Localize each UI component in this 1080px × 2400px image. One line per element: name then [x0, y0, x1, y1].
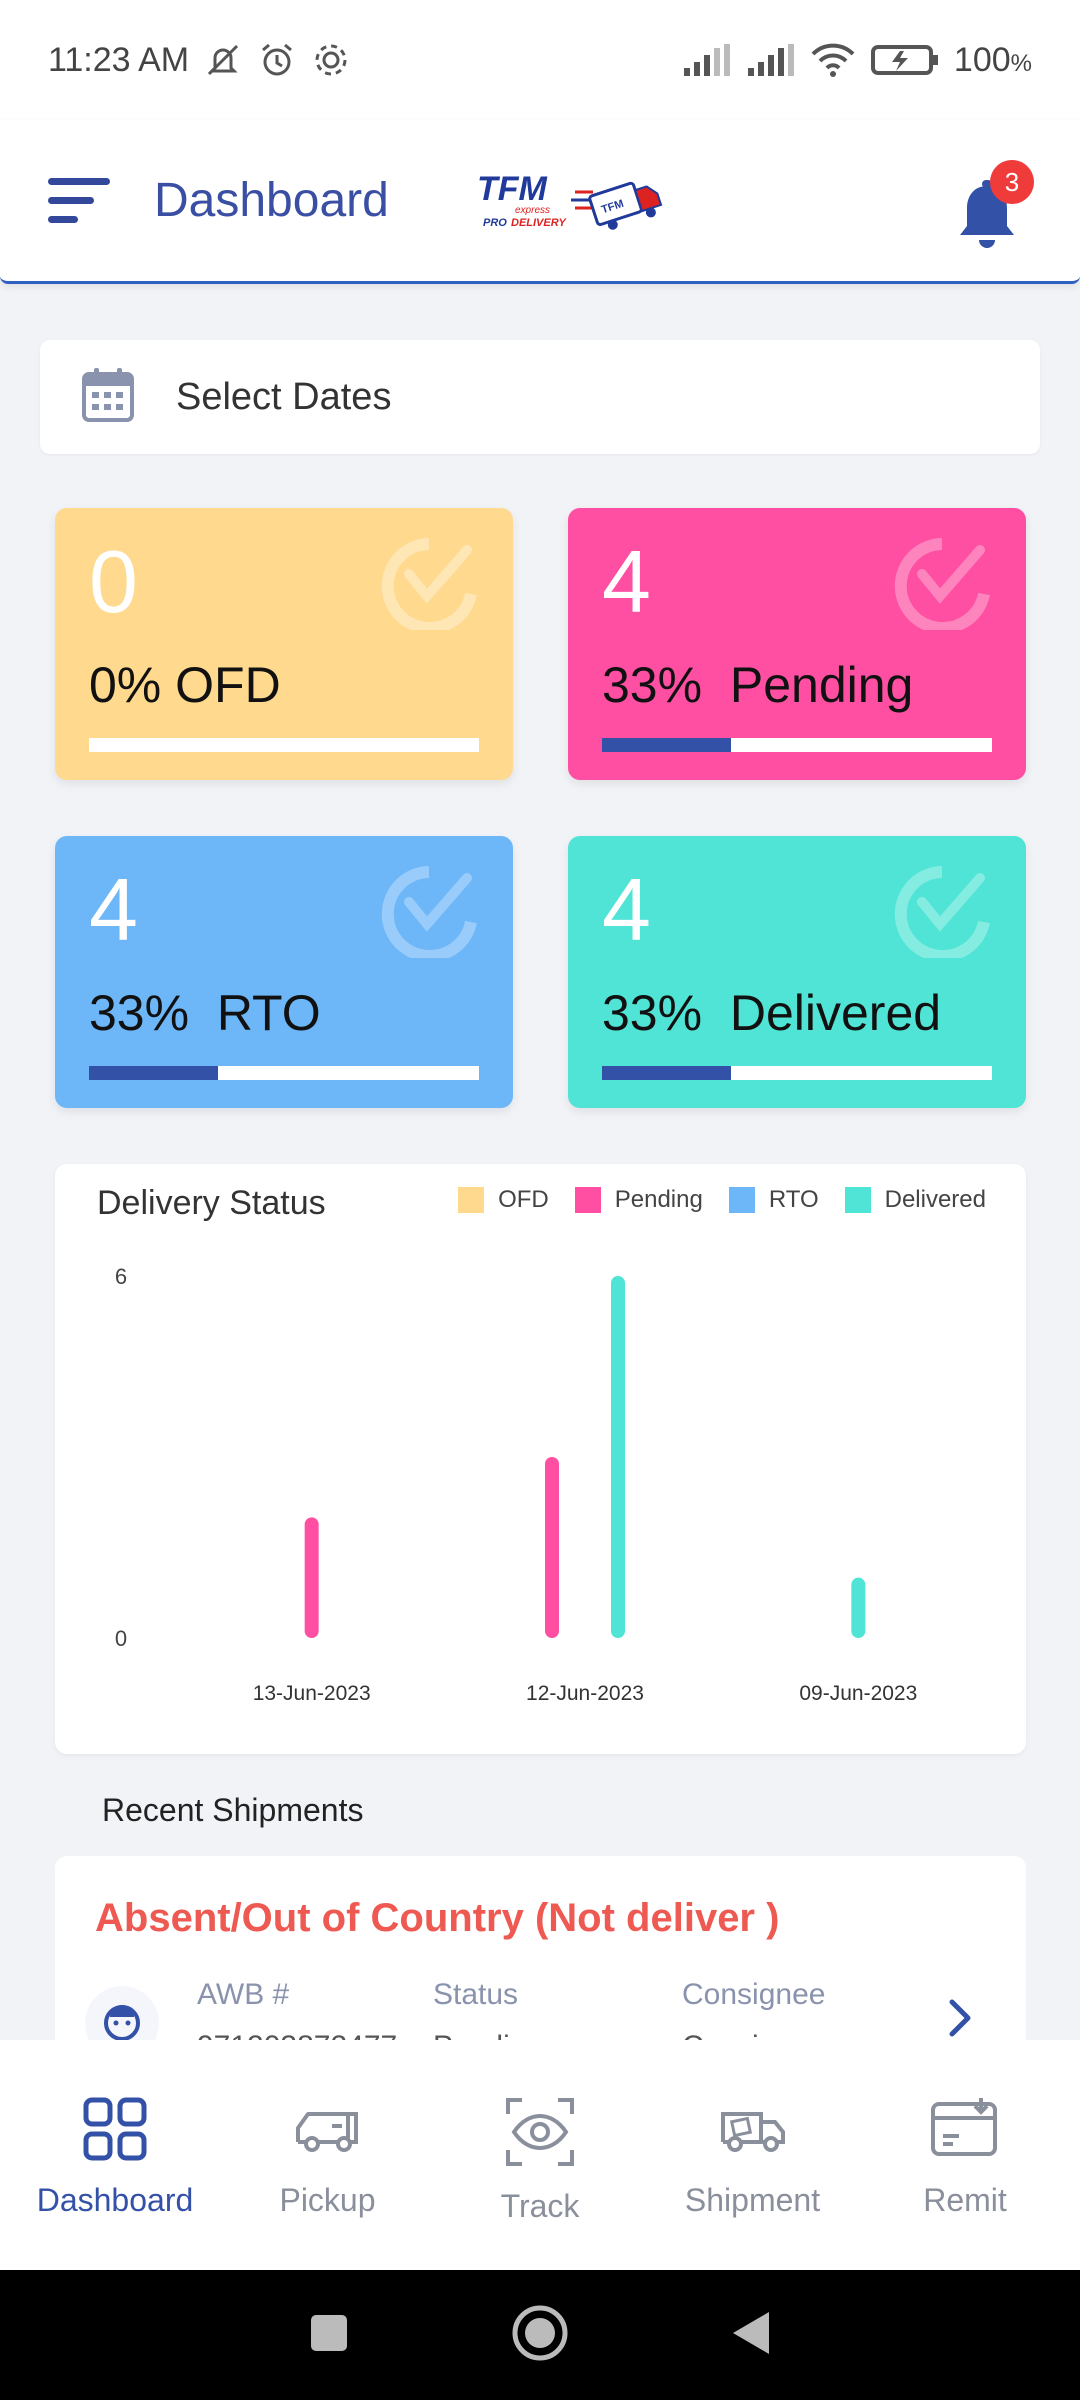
signal-icon: [682, 42, 732, 78]
track-eye-icon: [506, 2098, 574, 2166]
system-navigation-bar: [0, 2270, 1080, 2400]
nav-remit[interactable]: Remit: [860, 2040, 1070, 2270]
dashboard-grid-icon: [83, 2097, 147, 2161]
app-header: Dashboard TFM express PRO DELIVERY TFM 3: [0, 120, 1080, 284]
remit-card-icon: [931, 2098, 997, 2156]
legend-label: OFD: [498, 1186, 549, 1213]
chart-legend: OFD Pending RTO Delivered: [458, 1186, 986, 1214]
notification-bell[interactable]: 3: [952, 160, 1034, 250]
svg-text:TFM: TFM: [477, 170, 548, 208]
pickup-van-icon: [295, 2112, 358, 2152]
delivery-status-chart: 6 0 13-Jun-2023 12-Jun-2023 09-Jun-2023 Deli…: [55, 1164, 1026, 1754]
nav-label: Track: [500, 2188, 580, 2224]
stat-progress-fill: [602, 738, 731, 752]
status-right: 100%: [682, 41, 1032, 80]
chevron-right-icon[interactable]: [946, 1996, 976, 2045]
x-tick-label: 13-Jun-2023: [253, 1682, 371, 1705]
bar-pending-1[interactable]: [545, 1457, 559, 1638]
stat-label: 33% Delivered: [602, 985, 942, 1041]
settings-gear-icon: [311, 40, 351, 80]
stat-progress-track: [89, 738, 479, 752]
x-tick-label: 09-Jun-2023: [799, 1682, 917, 1705]
stat-label: 0% OFD: [89, 657, 281, 713]
check-circle-icon: [882, 862, 992, 963]
legend-label: RTO: [768, 1186, 819, 1213]
legend-label: Pending: [614, 1186, 703, 1213]
chart-title: Delivery Status: [97, 1184, 326, 1222]
chart-canvas: 6 0 13-Jun-2023 12-Jun-2023 09-Jun-2023: [115, 1264, 917, 1705]
legend-item-rto[interactable]: RTO: [728, 1186, 819, 1214]
awb-label: AWB #: [197, 1978, 290, 2011]
recents-square-icon[interactable]: [309, 2313, 349, 2358]
x-tick-label: 12-Jun-2023: [526, 1682, 644, 1705]
stat-card-delivered[interactable]: 4 33% Delivered: [568, 836, 1026, 1108]
y-tick-label: 6: [115, 1264, 127, 1289]
bar-pending-0[interactable]: [304, 1517, 319, 1638]
legend-item-delivered[interactable]: Delivered: [844, 1186, 986, 1214]
bar-delivered-2[interactable]: [851, 1577, 866, 1638]
stat-progress-track: [602, 738, 992, 752]
menu-icon[interactable]: [48, 171, 114, 231]
check-circle-icon: [369, 862, 479, 963]
svg-text:PRO: PRO: [483, 217, 507, 229]
y-tick-label: 0: [115, 1626, 127, 1651]
nav-label: Dashboard: [36, 2182, 194, 2218]
bar-delivered-1[interactable]: [611, 1276, 625, 1638]
legend-item-pending[interactable]: Pending: [574, 1186, 703, 1214]
nav-pickup[interactable]: Pickup: [223, 2040, 433, 2270]
status-label: Status: [433, 1978, 519, 2011]
select-dates-button[interactable]: Select Dates: [40, 340, 1040, 454]
notification-badge: 3: [990, 160, 1034, 204]
recent-shipments-title: Recent Shipments: [102, 1792, 364, 1828]
home-circle-icon[interactable]: [511, 2304, 569, 2367]
stat-card-pending[interactable]: 4 33% Pending: [568, 508, 1026, 780]
check-circle-icon: [882, 534, 992, 635]
page-title: Dashboard: [154, 174, 389, 227]
legend-swatch: [844, 1187, 871, 1213]
bottom-navigation: Dashboard Pickup Track Shipment Remit: [0, 2040, 1080, 2270]
legend-label: Delivered: [884, 1186, 986, 1213]
brand-logo: TFM express PRO DELIVERY TFM: [475, 166, 665, 236]
nav-label: Shipment: [684, 2182, 821, 2218]
shipment-status-heading: Absent/Out of Country (Not deliver ): [95, 1896, 780, 1940]
stat-card-rto[interactable]: 4 33% RTO: [55, 836, 513, 1108]
select-dates-label: Select Dates: [176, 375, 392, 418]
stat-label: 33% RTO: [89, 985, 321, 1041]
legend-item-ofd[interactable]: OFD: [458, 1186, 549, 1214]
stat-label: 33% Pending: [602, 657, 914, 713]
stat-progress-fill: [89, 1066, 218, 1080]
alarm-icon: [257, 40, 297, 80]
status-left: 11:23 AM: [48, 40, 351, 80]
nav-label: Remit: [923, 2182, 1007, 2218]
legend-swatch: [728, 1187, 755, 1213]
mute-icon: [203, 40, 243, 80]
legend-swatch: [458, 1187, 485, 1213]
stat-progress-fill: [602, 1066, 731, 1080]
nav-label: Pickup: [279, 2182, 376, 2218]
battery-icon: [870, 42, 940, 78]
legend-swatch: [574, 1187, 601, 1213]
consignee-label: Consignee: [682, 1978, 826, 2011]
stat-progress-track: [89, 1066, 479, 1080]
shipment-truck-icon: [720, 2112, 785, 2152]
stat-card-ofd[interactable]: 0 0% OFD: [55, 508, 513, 780]
check-circle-icon: [369, 534, 479, 635]
nav-track[interactable]: Track: [435, 2040, 645, 2270]
stat-progress-track: [602, 1066, 992, 1080]
svg-text:express: express: [515, 205, 550, 216]
calendar-icon: [80, 366, 136, 429]
nav-dashboard[interactable]: Dashboard: [10, 2040, 220, 2270]
nav-shipment[interactable]: Shipment: [648, 2040, 858, 2270]
svg-text:DELIVERY: DELIVERY: [511, 217, 567, 229]
status-bar: 11:23 AM 100%: [0, 0, 1080, 120]
wifi-icon: [810, 42, 856, 78]
battery-percent: 100%: [953, 40, 1032, 79]
signal-icon-2: [746, 42, 796, 78]
back-triangle-icon[interactable]: [731, 2310, 771, 2361]
status-time: 11:23 AM: [48, 40, 190, 79]
